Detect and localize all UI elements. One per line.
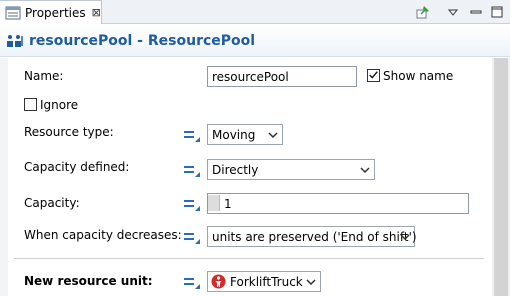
pin-icon[interactable] [415, 4, 431, 20]
close-icon[interactable]: ⊠ [92, 6, 101, 19]
agent-type-icon [211, 274, 226, 289]
check-icon [369, 71, 378, 79]
show-name-checkbox[interactable] [367, 69, 380, 82]
minimize-icon[interactable] [468, 4, 484, 20]
capacity-decreases-label: When capacity decreases: [24, 228, 182, 242]
capacity-decreases-value: units are preserved ('End of shift') [212, 229, 417, 244]
static-value-icon[interactable] [183, 276, 201, 290]
capacity-defined-label: Capacity defined: [24, 160, 130, 174]
static-value-icon[interactable] [183, 231, 201, 245]
chevron-down-icon [306, 278, 316, 285]
resource-pool-icon [7, 34, 23, 47]
maximize-icon[interactable] [489, 4, 505, 20]
properties-icon [5, 6, 21, 19]
capacity-label: Capacity: [24, 196, 80, 210]
capacity-field[interactable]: 1 [207, 193, 469, 214]
show-name-label: Show name [383, 69, 454, 83]
resource-type-value: Moving [212, 127, 256, 142]
static-value-icon[interactable] [183, 198, 201, 212]
scrollbar-thumb[interactable] [494, 58, 508, 296]
ignore-checkbox[interactable] [24, 98, 37, 111]
capacity-defined-value: Directly [212, 162, 259, 177]
page-title: resourcePool - ResourcePool [29, 32, 256, 49]
left-gutter [0, 58, 8, 296]
ignore-label: Ignore [40, 98, 79, 112]
section-divider [14, 258, 484, 259]
view-tab-bar: Properties ⊠ [0, 0, 510, 24]
name-label: Name: [24, 69, 64, 83]
capacity-defined-select[interactable]: Directly [207, 159, 375, 180]
chevron-down-icon [268, 131, 278, 138]
code-marker [208, 195, 220, 211]
new-resource-unit-label: New resource unit: [24, 274, 153, 288]
chevron-down-icon [360, 166, 370, 173]
resource-type-select[interactable]: Moving [207, 124, 283, 145]
properties-header: resourcePool - ResourcePool [0, 25, 510, 57]
static-value-icon[interactable] [183, 164, 201, 178]
resource-type-label: Resource type: [24, 125, 114, 139]
tab-properties[interactable]: Properties ⊠ [0, 0, 102, 24]
static-value-icon[interactable] [183, 129, 201, 143]
name-field[interactable]: resourcePool [207, 66, 357, 87]
capacity-value: 1 [224, 196, 232, 211]
view-menu-icon[interactable] [445, 4, 461, 20]
tab-label: Properties [25, 5, 86, 20]
capacity-decreases-select[interactable]: units are preserved ('End of shift') [207, 226, 417, 247]
chevron-down-icon [400, 233, 410, 240]
new-resource-unit-value: ForkliftTruck [230, 274, 303, 289]
